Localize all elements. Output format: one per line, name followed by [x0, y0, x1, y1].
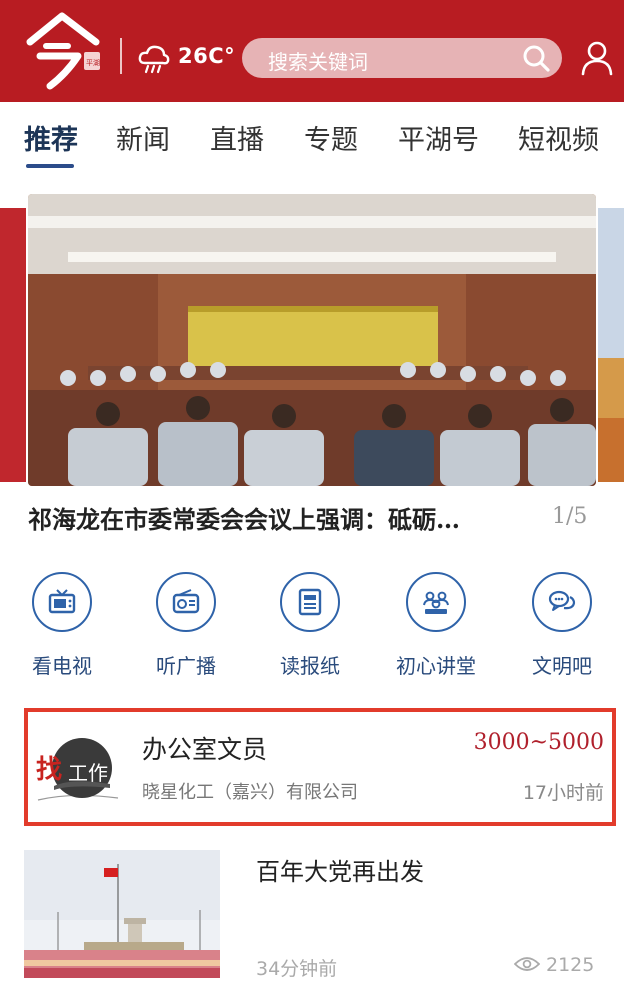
news-thumbnail[interactable]	[24, 850, 220, 978]
tv-icon	[32, 572, 92, 632]
job-salary: 3000~5000	[473, 730, 604, 755]
tab-live[interactable]: 直播	[210, 118, 264, 157]
app-logo[interactable]: 平湖	[22, 12, 108, 92]
carousel-pager: 1/5	[552, 504, 588, 529]
job-logo-find: 找	[36, 755, 62, 785]
quick-link-label: 初心讲堂	[396, 654, 476, 678]
user-icon[interactable]	[580, 40, 614, 76]
temperature: 26C°	[178, 44, 236, 68]
news-time: 34分钟前	[256, 958, 338, 980]
job-company: 晓星化工（嘉兴）有限公司	[142, 782, 358, 803]
channel-tabs: 推荐 新闻 直播 专题 平湖号 短视频	[0, 102, 624, 180]
meeting-photo	[28, 194, 596, 486]
job-logo: 找 工作	[36, 738, 119, 801]
news-title[interactable]: 百年大党再出发	[256, 852, 424, 887]
search-icon[interactable]	[520, 42, 552, 74]
chat-bubbles-icon	[532, 572, 592, 632]
search-input[interactable]: 搜索关键词	[242, 38, 562, 78]
job-logo-work: 工作	[68, 761, 108, 785]
eye-icon	[514, 957, 540, 971]
radio-icon	[156, 572, 216, 632]
logo-seal: 平湖	[86, 58, 100, 67]
news-view-count: 2125	[546, 954, 595, 976]
carousel-slide-image[interactable]	[28, 194, 596, 486]
header-divider	[120, 38, 122, 74]
app-header: 平湖 26C° 搜索关键词	[0, 0, 624, 102]
quick-link-lecture[interactable]: 初心讲堂	[386, 572, 486, 682]
tab-news[interactable]: 新闻	[116, 118, 170, 157]
weather-cloud-icon	[138, 45, 170, 74]
job-card[interactable]: 找 工作 办公室文员 3000~5000 晓星化工（嘉兴）有限公司 17小时前	[24, 708, 616, 826]
search-placeholder: 搜索关键词	[268, 50, 368, 74]
newspaper-icon	[280, 572, 340, 632]
active-tab-indicator	[26, 164, 74, 168]
carousel-headline[interactable]: 祁海龙在市委常委会会议上强调：砥砺…	[28, 500, 528, 535]
quick-link-civility[interactable]: 文明吧	[512, 572, 612, 682]
quick-link-tv[interactable]: 看电视	[12, 572, 112, 682]
tab-recommend[interactable]: 推荐	[24, 118, 78, 157]
quick-link-radio[interactable]: 听广播	[136, 572, 236, 682]
quick-link-label: 看电视	[32, 654, 92, 678]
news-views: 2125	[514, 954, 594, 976]
carousel-prev-slide[interactable]	[0, 208, 26, 482]
carousel-next-slide[interactable]	[598, 208, 624, 482]
tab-topics[interactable]: 专题	[304, 118, 358, 157]
quick-link-label: 读报纸	[280, 654, 340, 678]
quick-link-newspaper[interactable]: 读报纸	[260, 572, 360, 682]
job-title: 办公室文员	[142, 735, 268, 764]
audience-icon	[406, 572, 466, 632]
tab-short-video[interactable]: 短视频	[518, 118, 599, 157]
job-time: 17小时前	[522, 782, 604, 804]
tab-pinghu-hao[interactable]: 平湖号	[398, 118, 479, 157]
quick-link-label: 听广播	[156, 654, 216, 678]
quick-link-label: 文明吧	[532, 654, 592, 678]
